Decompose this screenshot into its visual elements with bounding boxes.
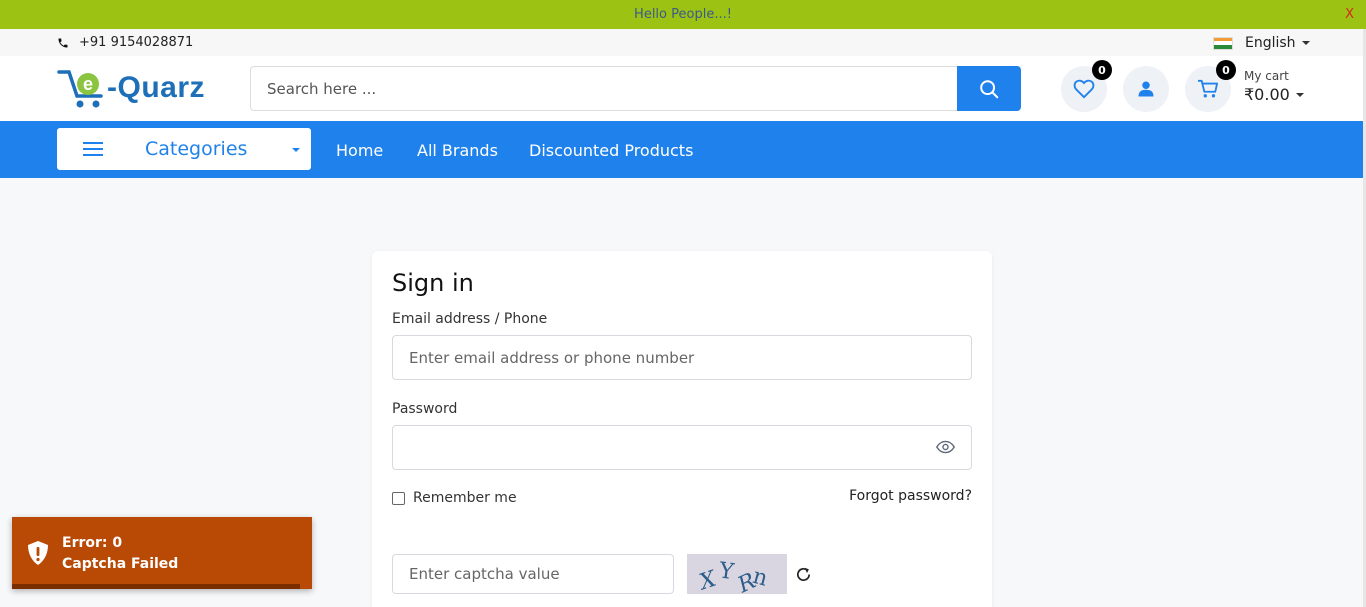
toast-title: Error: 0: [62, 535, 123, 551]
categories-dropdown[interactable]: Categories: [57, 128, 311, 170]
captcha-input[interactable]: [393, 555, 673, 593]
toast-message: Captcha Failed: [62, 556, 179, 572]
heart-icon: [1073, 79, 1095, 99]
cart-label: My cart: [1244, 69, 1289, 83]
main-nav: Categories Home All Brands Discounted Pr…: [0, 121, 1363, 178]
announcement-close-button[interactable]: X: [1345, 7, 1354, 22]
cart-logo-icon: e: [57, 70, 103, 108]
error-toast[interactable]: Error: 0 Captcha Failed: [12, 517, 312, 589]
captcha-image: X Y R n: [687, 554, 787, 599]
site-logo[interactable]: e -Quarz: [57, 66, 205, 110]
nav-link-discounted-products[interactable]: Discounted Products: [529, 141, 693, 160]
nav-link-home[interactable]: Home: [336, 141, 383, 160]
remember-me[interactable]: Remember me: [392, 490, 517, 506]
search-icon: [980, 79, 999, 98]
cart-icon: [1198, 79, 1218, 98]
cart-amount: ₹0.00: [1244, 85, 1290, 104]
captcha-field-wrapper: [392, 554, 674, 594]
password-field[interactable]: [393, 426, 971, 469]
site-header: e -Quarz 0 0 My cart ₹0.00: [0, 56, 1366, 121]
phone-number: +91 9154028871: [79, 35, 194, 50]
logo-letter: e: [83, 74, 93, 94]
svg-text:n: n: [750, 564, 770, 592]
chevron-down-icon: [292, 148, 300, 152]
email-field[interactable]: [393, 336, 971, 379]
wishlist-count-badge: 0: [1092, 60, 1112, 80]
india-flag-icon: [1213, 36, 1233, 50]
cart-count-badge: 0: [1216, 60, 1236, 80]
email-label: Email address / Phone: [392, 311, 548, 327]
menu-icon: [83, 142, 103, 156]
phone-icon: [58, 38, 68, 47]
chevron-down-icon: [1301, 41, 1310, 45]
email-field-wrapper: [392, 335, 972, 380]
password-field-wrapper: [392, 425, 972, 470]
phone-contact[interactable]: +91 9154028871: [57, 35, 193, 50]
announcement-bar: Hello People...! X: [0, 0, 1366, 29]
search-button[interactable]: [957, 66, 1021, 111]
refresh-captcha-icon[interactable]: [795, 566, 812, 583]
language-label: English: [1245, 35, 1296, 51]
account-button[interactable]: [1123, 66, 1169, 112]
toast-progress-bar: [12, 584, 300, 589]
eye-icon[interactable]: [936, 440, 955, 454]
remember-me-checkbox[interactable]: [392, 491, 405, 505]
search-bar: [250, 66, 1021, 111]
announcement-text: Hello People...!: [634, 7, 732, 22]
captcha-graphic: X Y R n: [695, 558, 771, 599]
remember-me-label: Remember me: [413, 490, 517, 506]
logo-text: -Quarz: [107, 71, 206, 104]
signin-card: Sign in Email address / Phone Password R…: [372, 251, 992, 607]
svg-text:X: X: [695, 566, 721, 594]
categories-label: Categories: [145, 138, 248, 160]
language-selector[interactable]: English: [1213, 35, 1310, 51]
svg-text:Y: Y: [716, 558, 735, 585]
signin-title: Sign in: [392, 269, 474, 297]
cart-summary[interactable]: My cart ₹0.00: [1244, 69, 1304, 104]
shield-alert-icon: [28, 541, 48, 565]
forgot-password-link[interactable]: Forgot password?: [849, 488, 972, 504]
nav-link-all-brands[interactable]: All Brands: [417, 141, 498, 160]
search-input[interactable]: [250, 66, 957, 111]
chevron-down-icon: [1295, 92, 1304, 97]
user-icon: [1138, 81, 1154, 97]
password-label: Password: [392, 401, 458, 417]
top-bar: +91 9154028871 English: [0, 29, 1366, 56]
